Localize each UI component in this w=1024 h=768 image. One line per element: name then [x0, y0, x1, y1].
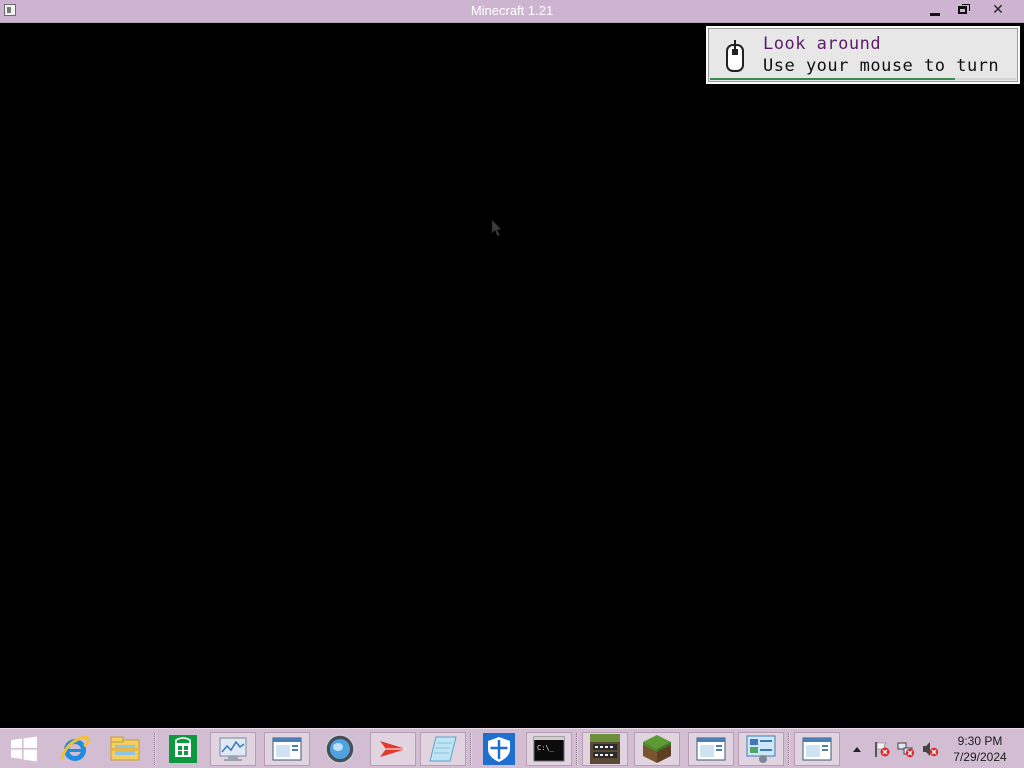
window-app-icon — [272, 737, 302, 761]
close-button[interactable]: ✕ — [974, 0, 1022, 20]
performance-monitor-icon — [219, 737, 247, 761]
system-clock[interactable]: 9:30 PM 7/29/2024 — [942, 733, 1018, 765]
clock-time: 9:30 PM — [957, 734, 1003, 748]
window-title: Minecraft 1.21 — [470, 3, 554, 18]
betacraft-icon — [590, 734, 620, 764]
show-hidden-icons-icon[interactable] — [852, 745, 862, 753]
close-icon: ✕ — [992, 2, 1004, 18]
taskbar-separator — [788, 733, 790, 765]
acrobat-reader-icon — [380, 741, 406, 757]
speaker-muted-icon[interactable] — [921, 740, 939, 758]
taskbar-internet-explorer[interactable] — [52, 732, 98, 766]
toast-title: Look around — [763, 34, 882, 54]
taskbar-window-app-3[interactable] — [794, 732, 840, 766]
taskbar-separator — [154, 733, 156, 765]
tutorial-toast: Look around Use your mouse to turn — [706, 26, 1020, 84]
notepad-icon — [429, 736, 457, 762]
mouse-cursor-icon — [491, 219, 502, 237]
action-center-flag-icon[interactable] — [873, 740, 891, 758]
minecraft-grass-block-icon — [643, 735, 671, 763]
taskbar-notepad[interactable] — [420, 732, 466, 766]
taskbar-file-explorer[interactable] — [102, 732, 148, 766]
control-panel-icon — [746, 735, 776, 763]
clock-date: 7/29/2024 — [953, 750, 1007, 764]
taskbar-separator — [576, 733, 578, 765]
title-bar: Minecraft 1.21 ✕ — [0, 0, 1024, 23]
taskbar-window-app-1[interactable] — [264, 732, 310, 766]
taskbar: C:\_ 9:30 PM 7/29/2024 — [0, 728, 1024, 768]
network-icon[interactable] — [897, 740, 915, 758]
taskbar-control-panel[interactable] — [738, 732, 784, 766]
minimize-button[interactable] — [922, 0, 948, 20]
restore-button[interactable] — [950, 0, 974, 20]
toast-message: Use your mouse to turn — [763, 56, 1000, 76]
taskbar-network-globe[interactable] — [317, 732, 363, 766]
game-viewport[interactable] — [0, 23, 1024, 728]
toast-progress-bar — [710, 78, 955, 80]
taskbar-separator — [470, 733, 472, 765]
taskbar-store[interactable] — [160, 732, 206, 766]
store-icon — [169, 735, 197, 763]
minimize-icon — [930, 12, 940, 16]
taskbar-betacraft[interactable] — [582, 732, 628, 766]
internet-explorer-icon — [60, 735, 91, 761]
globe-icon — [325, 734, 355, 764]
taskbar-windows-defender[interactable] — [476, 732, 522, 766]
start-button[interactable] — [4, 734, 44, 764]
svg-text:C:\_: C:\_ — [537, 744, 555, 752]
mouse-icon — [726, 40, 744, 72]
window-app-icon — [802, 737, 832, 761]
shield-icon — [483, 733, 515, 765]
taskbar-performance-monitor[interactable] — [210, 732, 256, 766]
taskbar-acrobat-reader[interactable] — [370, 732, 416, 766]
taskbar-command-prompt[interactable]: C:\_ — [526, 732, 572, 766]
window-app-icon — [696, 737, 726, 761]
folder-icon — [110, 736, 140, 761]
command-prompt-icon: C:\_ — [533, 736, 565, 762]
restore-icon — [957, 4, 970, 14]
taskbar-window-app-2[interactable] — [688, 732, 734, 766]
taskbar-minecraft[interactable] — [634, 732, 680, 766]
windows-logo-icon — [10, 736, 38, 762]
toast-progress-track — [710, 78, 1016, 80]
